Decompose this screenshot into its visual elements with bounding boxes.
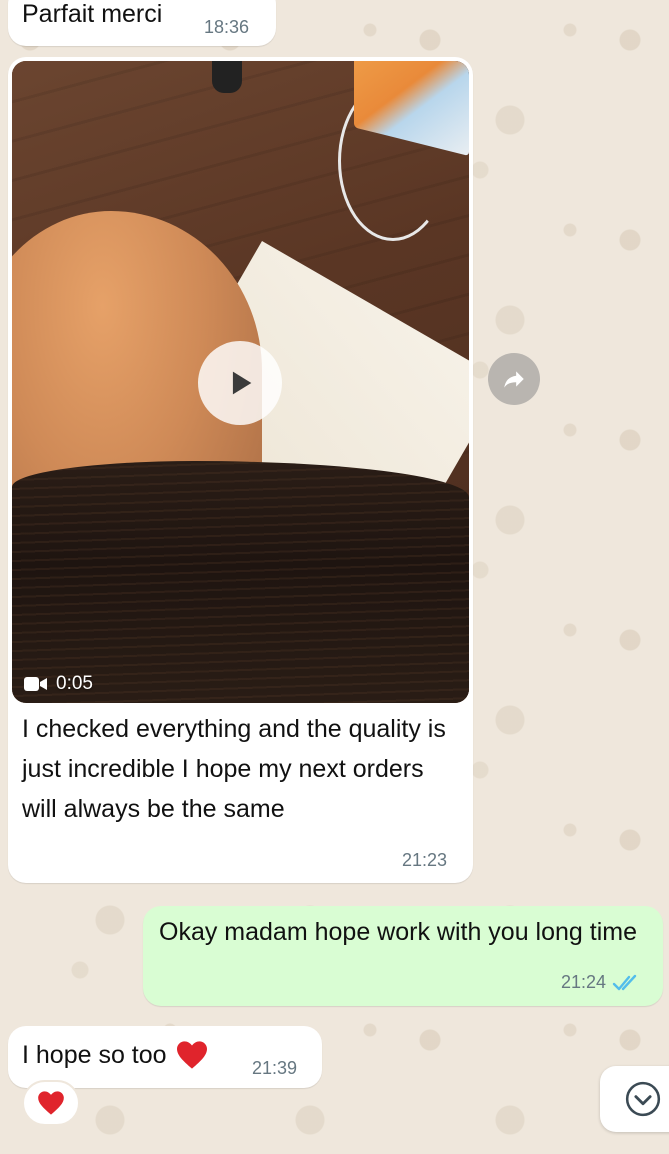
message-text: I hope so too bbox=[22, 1040, 167, 1069]
heart-icon bbox=[38, 1091, 64, 1115]
forward-button[interactable] bbox=[488, 353, 540, 405]
forward-icon bbox=[504, 371, 524, 388]
video-duration: 0:05 bbox=[24, 673, 93, 695]
video-camera-icon bbox=[24, 677, 47, 691]
message-text: Okay madam hope work with you long time bbox=[159, 918, 637, 946]
message-bubble-incoming[interactable]: Parfait merci 18:36 bbox=[8, 0, 276, 46]
message-time: 21:23 bbox=[402, 850, 448, 870]
message-bubble-incoming[interactable]: I hope so too 21:39 bbox=[8, 1026, 322, 1088]
scroll-to-bottom-button[interactable] bbox=[600, 1066, 669, 1132]
message-time: 21:39 bbox=[252, 1058, 298, 1078]
play-icon bbox=[232, 371, 252, 395]
play-button[interactable] bbox=[198, 341, 282, 425]
message-text: I checked everything and the quality is … bbox=[22, 715, 446, 823]
reaction-badge[interactable] bbox=[22, 1080, 80, 1126]
message-bubble-video[interactable]: 0:05 I checked everything and the qualit… bbox=[8, 57, 473, 883]
message-text: Parfait merci bbox=[22, 0, 163, 28]
video-frame-object bbox=[212, 61, 242, 93]
video-frame-hair bbox=[12, 461, 469, 703]
double-check-icon bbox=[612, 974, 637, 990]
video-thumbnail[interactable]: 0:05 bbox=[12, 61, 469, 703]
video-duration-label: 0:05 bbox=[56, 673, 93, 694]
heart-icon bbox=[176, 1041, 207, 1069]
message-text-row: I hope so too bbox=[22, 1040, 209, 1070]
chevron-down-icon bbox=[625, 1081, 661, 1117]
message-time: 21:24 bbox=[561, 972, 607, 992]
message-time: 18:36 bbox=[204, 17, 250, 37]
message-meta: 21:24 bbox=[561, 972, 642, 993]
message-bubble-outgoing[interactable]: Okay madam hope work with you long time … bbox=[143, 906, 663, 1006]
